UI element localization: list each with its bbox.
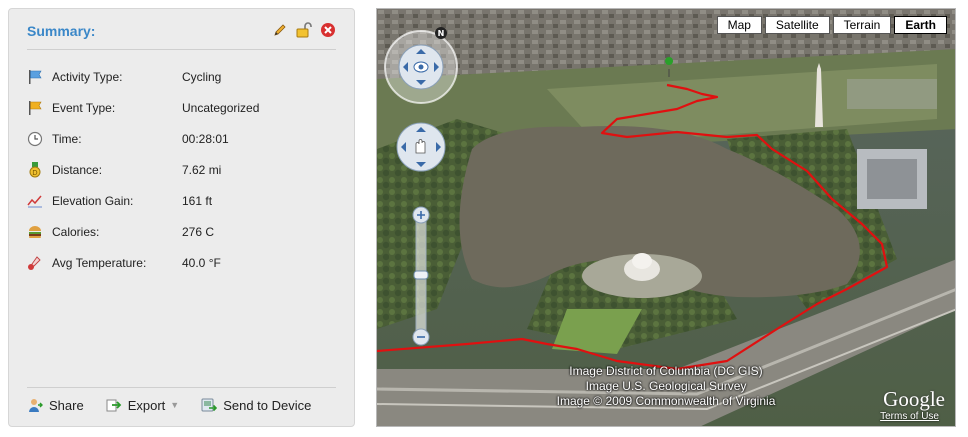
summary-tools: [272, 22, 336, 38]
pan-control[interactable]: [396, 122, 446, 172]
stat-row-avg-temperature: Avg Temperature: 40.0 °F: [27, 247, 336, 278]
thermometer-icon: [27, 255, 43, 271]
stat-row-activity-type: Activity Type: Cycling: [27, 61, 336, 92]
clock-icon: [27, 131, 43, 147]
stat-row-distance: D Distance: 7.62 mi: [27, 154, 336, 185]
google-logo: Google: [883, 387, 945, 411]
send-device-icon: [201, 398, 218, 412]
send-to-device-button[interactable]: Send to Device: [201, 397, 311, 413]
map-type-satellite[interactable]: Satellite: [764, 16, 830, 34]
zoom-slider[interactable]: [412, 206, 430, 346]
stat-row-calories: Calories: 276 C: [27, 216, 336, 247]
earth-map-view[interactable]: Map Satellite Terrain Earth N Image Dist…: [376, 8, 956, 427]
svg-text:D: D: [32, 169, 37, 177]
chevron-down-icon[interactable]: ▼: [170, 400, 179, 410]
terms-of-use-link[interactable]: Terms of Use: [880, 411, 939, 422]
stat-value: 161 ft: [182, 193, 213, 208]
map-type-earth[interactable]: Earth: [894, 16, 947, 34]
export-arrow-icon: [106, 399, 121, 412]
map-type-map[interactable]: Map: [716, 16, 762, 34]
stat-label: Avg Temperature:: [52, 255, 147, 270]
share-button[interactable]: Share: [27, 397, 84, 413]
stat-row-time: Time: 00:28:01: [27, 123, 336, 154]
send-to-device-label: Send to Device: [223, 397, 312, 413]
title-divider: [27, 49, 336, 50]
lock-icon[interactable]: [296, 22, 312, 38]
map-type-switcher: Map Satellite Terrain Earth: [714, 16, 947, 34]
stat-value: 276 C: [182, 224, 215, 239]
event-flag-icon: [27, 100, 43, 116]
share-person-icon: [29, 399, 43, 412]
actions-divider: [27, 387, 336, 388]
stat-value: 40.0 °F: [182, 255, 221, 270]
look-control[interactable]: [384, 30, 458, 104]
stats-list: Activity Type: Cycling Event Type: Uncat…: [27, 61, 336, 278]
actions-bar: Share Export ▼ Send to Device: [27, 397, 333, 413]
stat-value: 00:28:01: [182, 131, 229, 146]
activity-flag-icon: [27, 69, 43, 85]
edit-pencil-icon[interactable]: [272, 22, 288, 38]
stat-row-event-type: Event Type: Uncategorized: [27, 92, 336, 123]
close-icon[interactable]: [320, 22, 336, 38]
navigation-controls: N: [384, 27, 458, 346]
summary-title: Summary:: [27, 23, 96, 39]
export-label: Export: [127, 397, 166, 413]
compass-north-icon[interactable]: N: [435, 27, 447, 39]
stat-label: Activity Type:: [52, 69, 123, 84]
export-button[interactable]: Export ▼: [106, 397, 179, 413]
stat-label: Calories:: [52, 224, 100, 239]
attribution-line: Image © 2009 Commonwealth of Virginia: [556, 394, 776, 408]
stat-row-elevation-gain: Elevation Gain: 161 ft: [27, 185, 336, 216]
attribution-line: Image District of Columbia (DC GIS): [569, 364, 763, 378]
stat-label: Time:: [52, 131, 82, 146]
burger-icon: [27, 224, 43, 240]
summary-panel: Summary: Activity Type: Cycling Event Ty…: [8, 8, 355, 427]
attribution-line: Image U.S. Geological Survey: [585, 379, 747, 393]
share-label: Share: [49, 397, 84, 413]
map-type-terrain[interactable]: Terrain: [832, 16, 892, 34]
imagery-attribution: Image District of Columbia (DC GIS) Imag…: [377, 364, 955, 409]
stat-value: Cycling: [182, 69, 222, 84]
stat-value: Uncategorized: [182, 100, 260, 115]
stat-label: Distance:: [52, 162, 103, 177]
distance-medal-icon: D: [27, 161, 43, 178]
stat-label: Elevation Gain:: [52, 193, 134, 208]
elevation-chart-icon: [27, 193, 43, 209]
stat-label: Event Type:: [52, 100, 116, 115]
compass-letter: N: [438, 29, 445, 38]
stat-value: 7.62 mi: [182, 162, 222, 177]
